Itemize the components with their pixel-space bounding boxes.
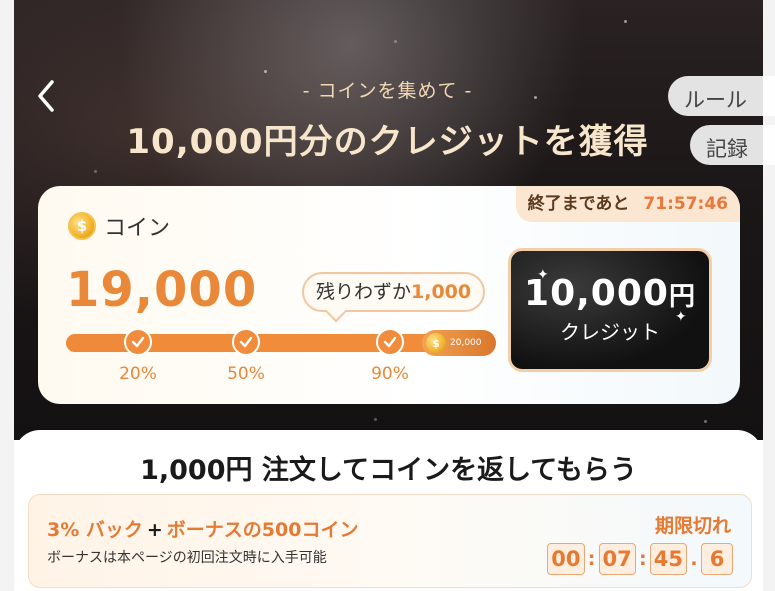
expired-label: 期限切れ	[654, 515, 731, 537]
order-title: 1,000円 注文してコインを返してもらう	[140, 455, 637, 486]
milestone-label-50: 50%	[227, 364, 265, 384]
countdown-sep: :	[638, 548, 647, 570]
coin-icon: $	[68, 212, 96, 240]
sparkle-icon: ✦	[675, 309, 687, 325]
offer-bonus: ボーナスの500コイン	[166, 519, 359, 541]
page-subtitle: - コインを集めて -	[302, 80, 473, 102]
app-screen: - コインを集めて - 10,000円分のクレジットを獲得 ルール 記録 終了ま…	[0, 0, 775, 591]
countdown-sep: :	[587, 548, 596, 570]
rules-button[interactable]: ルール	[668, 76, 775, 116]
sparkle-icon: ✦	[537, 267, 549, 283]
countdown-hours: 00	[547, 543, 585, 575]
milestone-check-20	[124, 328, 152, 356]
coin-progress-card: 終了まであと 71:57:46 $ コイン 19,000 残りわずか1,000 2…	[38, 186, 740, 404]
milestone-check-90	[376, 328, 404, 356]
offer-cashback: 3% バック	[47, 519, 143, 541]
check-icon	[383, 336, 397, 348]
coin-balance: 19,000	[66, 262, 258, 318]
timer-label: 終了まであと	[527, 194, 630, 214]
offer-note: ボーナスは本ページの初回注文時に入手可能	[47, 550, 327, 566]
countdown-tenths: 6	[701, 543, 733, 575]
end-timer-badge: 終了まであと 71:57:46	[515, 186, 740, 222]
countdown-minutes: 07	[598, 543, 636, 575]
reward-credit-box: ✦ ✦ 10,000円 クレジット	[508, 248, 712, 372]
goal-value: 20,000	[450, 338, 482, 348]
offer-card[interactable]: 3% バック + ボーナスの500コイン ボーナスは本ページの初回注文時に入手可能 …	[28, 494, 752, 588]
remaining-label: 残りわずか	[316, 281, 412, 303]
offer-plus: +	[146, 519, 163, 541]
reward-currency: 円	[668, 282, 696, 312]
coin-label: コイン	[104, 216, 171, 241]
coin-icon: $	[426, 333, 446, 353]
timer-value: 71:57:46	[643, 194, 728, 214]
offer-countdown: 00 : 07 : 45 . 6	[547, 543, 733, 575]
remaining-value: 1,000	[411, 281, 472, 303]
order-section: 1,000円 注文してコインを返してもらう 3% バック + ボーナスの500コイン…	[14, 430, 763, 591]
check-icon	[239, 336, 253, 348]
milestone-label-90: 90%	[371, 364, 409, 384]
page-title: 10,000円分のクレジットを獲得	[126, 122, 649, 162]
offer-title: 3% バック + ボーナスの500コイン	[47, 515, 358, 542]
remaining-tooltip: 残りわずか1,000	[302, 272, 486, 312]
check-icon	[131, 336, 145, 348]
coin-heading: $ コイン	[68, 210, 170, 242]
countdown-seconds: 45	[649, 543, 687, 575]
records-button[interactable]: 記録	[690, 125, 775, 165]
milestone-check-50	[232, 328, 260, 356]
countdown-sep: .	[690, 548, 698, 570]
milestone-label-20: 20%	[119, 364, 157, 384]
goal-badge: $ 20,000	[422, 330, 496, 356]
